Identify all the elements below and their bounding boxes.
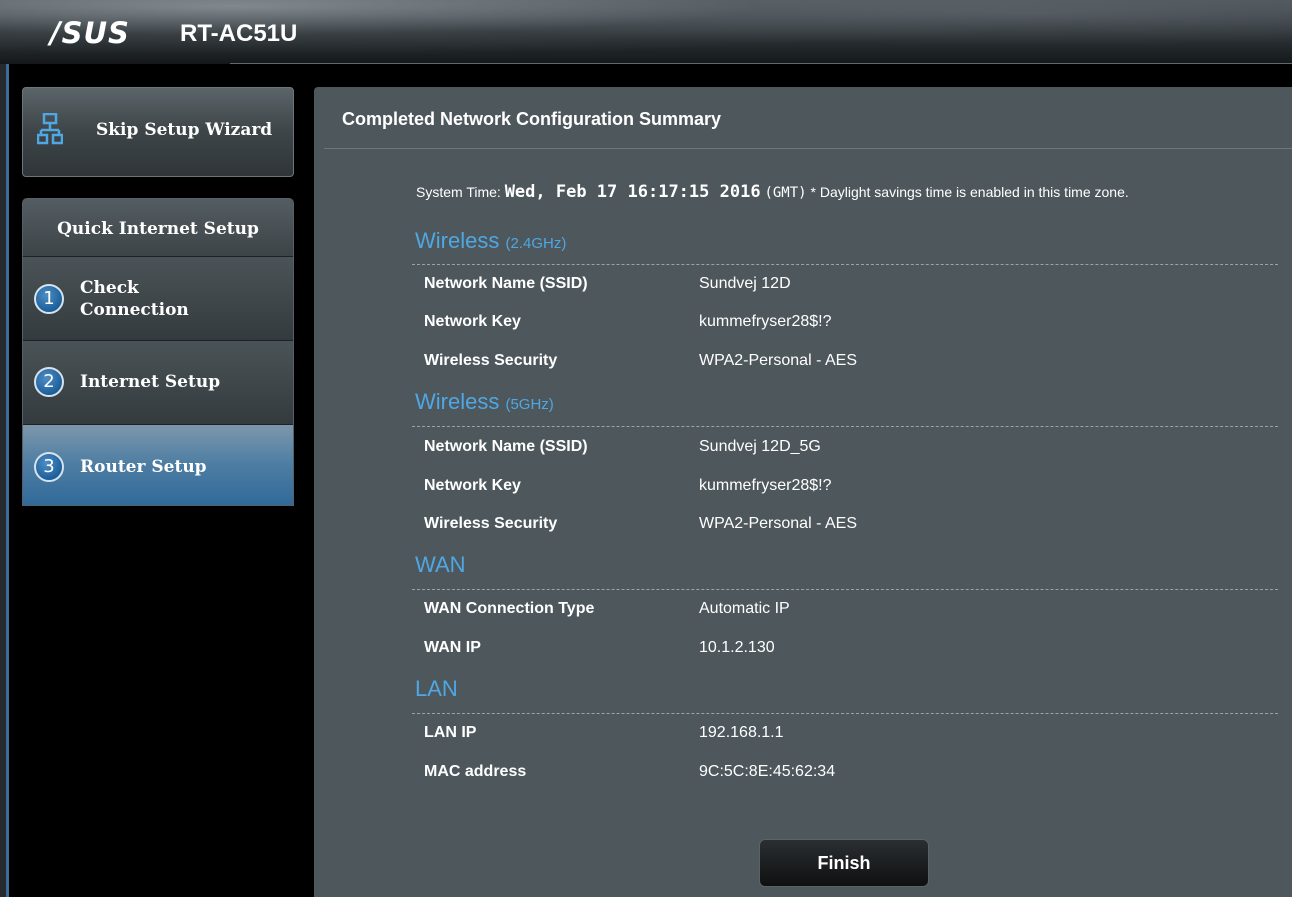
section-title-wireless-5: Wireless (5GHz) [415, 389, 554, 418]
router-model: RT-AC51U [180, 20, 298, 47]
row-label-wan-type: WAN Connection Type [424, 600, 595, 617]
section-band: (5GHz) [505, 396, 554, 413]
step-number-badge: 3 [34, 452, 64, 482]
section-divider [412, 713, 1278, 714]
step-router-setup[interactable]: 3 Router Setup [23, 425, 293, 505]
row-value-key-24: kummefryser28$!? [699, 313, 832, 330]
row-label-wan-ip: WAN IP [424, 639, 481, 656]
dst-note: * Daylight savings time is enabled in th… [810, 184, 1129, 200]
row-label-key-5: Network Key [424, 477, 521, 494]
row-value-ssid-24: Sundvej 12D [699, 275, 791, 292]
window-left-accent [6, 0, 9, 897]
row-value-mac: 9C:5C:8E:45:62:34 [699, 763, 836, 780]
section-band: (2.4GHz) [505, 235, 567, 252]
step-number-badge: 1 [34, 284, 64, 314]
skip-setup-wizard-button[interactable]: Skip Setup Wizard [22, 87, 294, 177]
section-title-text: Wireless [415, 228, 500, 253]
row-value-wan-type: Automatic IP [699, 600, 790, 617]
section-divider [412, 426, 1278, 427]
asus-logo: /SUS [50, 16, 130, 50]
section-title-lan: LAN [415, 676, 458, 701]
step-number-badge: 2 [34, 367, 64, 397]
row-label-key-24: Network Key [424, 313, 521, 330]
row-value-security-5: WPA2-Personal - AES [699, 515, 857, 532]
section-divider [412, 589, 1278, 590]
section-title-wireless-24: Wireless (2.4GHz) [415, 228, 566, 257]
quick-internet-setup-steps: Quick Internet Setup 1 Check Connection … [22, 198, 294, 506]
row-label-ssid-5: Network Name (SSID) [424, 438, 588, 455]
system-time-line: System Time: Wed, Feb 17 16:17:15 2016 (… [416, 182, 1129, 202]
step-label: Router Setup [80, 457, 207, 477]
section-title-text: Wireless [415, 389, 500, 414]
section-title-wan: WAN [415, 552, 466, 577]
steps-heading-label: Quick Internet Setup [57, 219, 259, 239]
row-value-ssid-5: Sundvej 12D_5G [699, 438, 821, 455]
row-label-lan-ip: LAN IP [424, 724, 477, 741]
skip-setup-wizard-label: Skip Setup Wizard [96, 120, 273, 140]
steps-heading: Quick Internet Setup [23, 199, 293, 257]
row-label-security-5: Wireless Security [424, 515, 558, 532]
step-label-line2: Connection [80, 300, 189, 320]
row-value-lan-ip: 192.168.1.1 [699, 724, 784, 741]
step-internet-setup[interactable]: 2 Internet Setup [23, 341, 293, 425]
step-label-line1: Check [80, 278, 139, 298]
row-label-security-24: Wireless Security [424, 352, 558, 369]
header-divider [230, 63, 1292, 64]
network-icon [36, 112, 64, 154]
summary-panel: Completed Network Configuration Summary … [314, 87, 1292, 897]
title-divider [324, 148, 1292, 149]
system-time-value: Wed, Feb 17 16:17:15 2016 [504, 182, 761, 202]
page-title: Completed Network Configuration Summary [342, 109, 722, 129]
row-value-security-24: WPA2-Personal - AES [699, 352, 857, 369]
row-label-ssid-24: Network Name (SSID) [424, 275, 588, 292]
step-label: Internet Setup [80, 372, 221, 392]
system-time-label: System Time: [416, 184, 501, 200]
row-label-mac: MAC address [424, 763, 527, 780]
finish-button[interactable]: Finish [759, 839, 929, 887]
step-check-connection[interactable]: 1 Check Connection [23, 257, 293, 341]
header-bar: /SUS RT-AC51U [0, 0, 1292, 64]
row-value-key-5: kummefryser28$!? [699, 477, 832, 494]
system-time-zone: (GMT) [764, 185, 807, 201]
section-divider [412, 264, 1278, 265]
row-value-wan-ip: 10.1.2.130 [699, 639, 775, 656]
